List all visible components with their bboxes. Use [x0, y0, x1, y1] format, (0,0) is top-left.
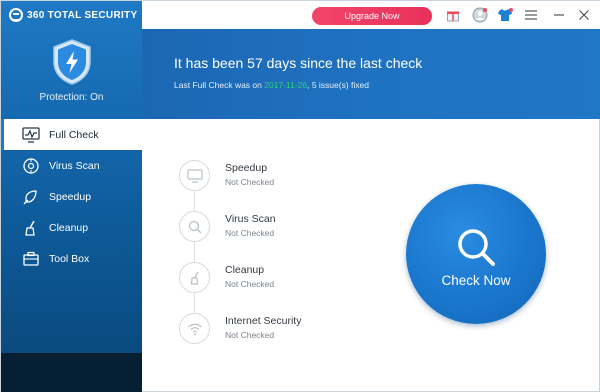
- brand-name: 360 TOTAL SECURITY: [27, 9, 138, 21]
- last-check-prefix: Last Full Check was on: [174, 80, 262, 90]
- last-check-date: 2017-11-26: [264, 80, 308, 90]
- status-banner: It has been 57 days since the last check…: [142, 29, 600, 119]
- sidebar-item-cleanup[interactable]: Cleanup: [1, 212, 142, 243]
- check-list: Speedup Not Checked Virus Scan Not Check…: [179, 151, 379, 351]
- check-status: Not Checked: [225, 177, 275, 187]
- check-title: Internet Security: [225, 315, 302, 327]
- check-item-cleanup: Cleanup Not Checked: [179, 262, 379, 294]
- full-check-icon: [21, 125, 41, 145]
- monitor-icon: [179, 160, 210, 191]
- sidebar: 360 TOTAL SECURITY Protection: On Full C…: [1, 1, 142, 392]
- sidebar-item-speedup[interactable]: Speedup: [1, 181, 142, 212]
- user-icon[interactable]: [471, 6, 489, 24]
- magnifier-icon: [458, 229, 495, 266]
- timeline-line: [194, 175, 195, 331]
- app-window: 360 TOTAL SECURITY Protection: On Full C…: [0, 0, 600, 392]
- check-title: Cleanup: [225, 264, 265, 276]
- sidebar-item-label: Cleanup: [49, 221, 89, 234]
- check-now-button[interactable]: Check Now: [406, 184, 546, 324]
- sidebar-item-label: Speedup: [49, 190, 92, 203]
- sidebar-item-tool-box[interactable]: Tool Box: [1, 243, 142, 274]
- cleanup-icon: [21, 218, 41, 238]
- shield-icon: [53, 39, 91, 85]
- check-item-speedup: Speedup Not Checked: [179, 160, 379, 192]
- sidebar-item-label: Full Check: [49, 128, 99, 141]
- check-item-internet-security: Internet Security Not Checked: [179, 313, 379, 345]
- upgrade-button[interactable]: Upgrade Now: [312, 7, 432, 25]
- check-title: Virus Scan: [225, 213, 276, 225]
- toolbox-icon: [21, 249, 41, 269]
- close-icon[interactable]: [575, 6, 593, 24]
- search-icon: [179, 211, 210, 242]
- logo-icon: [9, 8, 23, 22]
- last-check-suffix: , 5 issue(s) fixed: [307, 80, 369, 90]
- virus-scan-icon: [21, 156, 41, 176]
- sidebar-nav: Full Check Virus Scan Speedup Cleanup To…: [1, 119, 142, 274]
- last-check-info: Last Full Check was on 2017-11-26, 5 iss…: [174, 80, 369, 90]
- brand: 360 TOTAL SECURITY: [9, 7, 137, 23]
- check-item-virus-scan: Virus Scan Not Checked: [179, 211, 379, 243]
- sidebar-footer: [1, 353, 142, 392]
- minimize-icon[interactable]: [550, 6, 568, 24]
- check-title: Speedup: [225, 162, 268, 174]
- sidebar-item-virus-scan[interactable]: Virus Scan: [1, 150, 142, 181]
- check-status: Not Checked: [225, 330, 275, 340]
- wifi-icon: [179, 313, 210, 344]
- skin-icon[interactable]: [496, 6, 514, 24]
- check-status: Not Checked: [225, 279, 275, 289]
- gift-icon[interactable]: [444, 6, 462, 24]
- page-title: It has been 57 days since the last check: [174, 55, 423, 71]
- check-now-label: Check Now: [441, 273, 511, 288]
- title-bar: Upgrade Now: [142, 1, 600, 29]
- broom-icon: [179, 262, 210, 293]
- menu-icon[interactable]: [522, 6, 540, 24]
- sidebar-item-label: Virus Scan: [49, 159, 100, 172]
- sidebar-item-full-check[interactable]: Full Check: [1, 119, 142, 150]
- check-status: Not Checked: [225, 228, 275, 238]
- sidebar-item-label: Tool Box: [49, 252, 90, 265]
- speedup-icon: [21, 187, 41, 207]
- protection-status: Protection: On: [39, 92, 104, 103]
